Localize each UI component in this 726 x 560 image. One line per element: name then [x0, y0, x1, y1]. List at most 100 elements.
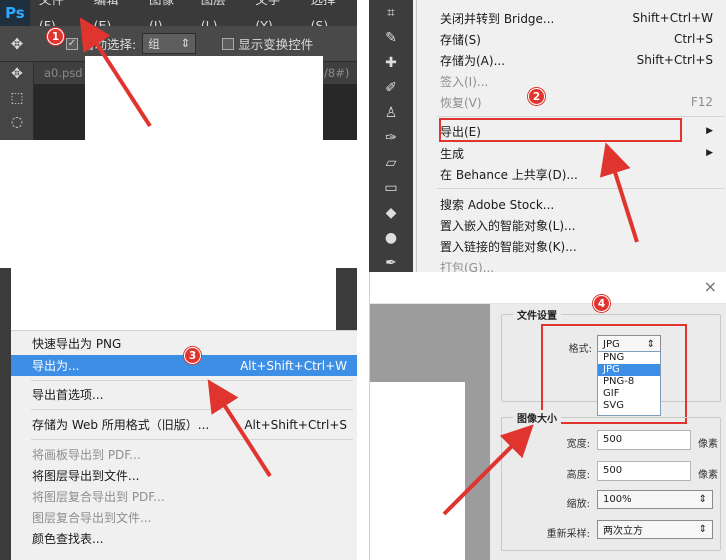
file-settings-legend: 文件设置 — [513, 307, 561, 322]
photoshop-main-window: Ps 文件(F) 编辑(E) 图像(I) 图层(L) 文字(Y) 选择(S) ✥… — [0, 0, 357, 140]
menu-item-label: 将图层导出到文件... — [32, 469, 140, 483]
tools-panel: ✥ ⬚ ◌ — [0, 62, 34, 140]
menu-item-label: 在 Behance 上共享(D)... — [440, 167, 578, 182]
stamp-icon[interactable]: ♙ — [369, 100, 413, 125]
menu-item-layers-to-files[interactable]: 将图层导出到文件... — [11, 465, 357, 486]
menu-item-save[interactable]: 存储(S) Ctrl+S — [417, 29, 726, 49]
stepper-icon: ⇕ — [698, 494, 707, 505]
menu-item-label: 生成 — [440, 146, 465, 161]
height-input[interactable]: 500 — [597, 461, 691, 481]
menu-item-revert: 恢复(V) F12 — [417, 92, 726, 112]
menu-separator — [31, 439, 353, 440]
export-submenu-panel: 快速导出为 PNG 导出为... Alt+Shift+Ctrl+W 导出首选项..… — [0, 268, 357, 560]
dialog-titlebar: × — [370, 272, 726, 304]
gradient-icon[interactable]: ▭ — [369, 175, 413, 200]
step-2-highlight — [439, 118, 682, 142]
resample-select[interactable]: 两次立方 ⇕ — [597, 520, 713, 539]
preview-document — [370, 382, 465, 560]
menu-item-generate[interactable]: 生成 ▶ — [417, 143, 726, 163]
menu-item-label: 搜索 Adobe Stock... — [440, 197, 555, 212]
menu-item-check-in: 签入(I)... — [417, 71, 726, 91]
dodge-icon[interactable]: ● — [369, 225, 413, 250]
menu-separator — [31, 380, 353, 381]
menu-item-package: 打包(G)... — [417, 257, 726, 273]
menu-item-close-and-go-to-bridge[interactable]: 关闭并转到 Bridge... Shift+Ctrl+W — [417, 8, 726, 28]
menu-item-label: 存储为(A)... — [440, 53, 506, 68]
submenu-arrow-icon: ▶ — [706, 126, 713, 136]
menu-item-label: 颜色查找表... — [32, 532, 104, 546]
menu-item-save-for-web-legacy[interactable]: 存储为 Web 所用格式（旧版）... Alt+Shift+Ctrl+S — [11, 414, 357, 435]
menu-item-save-as[interactable]: 存储为(A)... Shift+Ctrl+S — [417, 50, 726, 70]
scale-value: 100% — [603, 494, 632, 505]
menu-item-artboards-to-pdf: 将画板导出到 PDF... — [11, 444, 357, 465]
healing-brush-icon[interactable]: ✚ — [369, 50, 413, 75]
eyedropper-icon[interactable]: ✎ — [369, 25, 413, 50]
resample-value: 两次立方 — [603, 526, 643, 537]
stepper-icon: ⇕ — [180, 36, 191, 50]
scale-label: 缩放: — [566, 499, 590, 510]
step-badge-3: 3 — [184, 347, 201, 364]
menu-item-label: 置入嵌入的智能对象(L)... — [440, 218, 576, 233]
menu-item-place-linked[interactable]: 置入链接的智能对象(K)... — [417, 236, 726, 256]
menu-separator — [437, 188, 725, 189]
export-submenu: 快速导出为 PNG 导出为... Alt+Shift+Ctrl+W 导出首选项..… — [11, 330, 357, 560]
lasso-icon[interactable]: ◌ — [0, 110, 34, 134]
menu-item-color-lookup-tables[interactable]: 颜色查找表... — [11, 528, 357, 549]
move-icon[interactable]: ✥ — [0, 62, 34, 86]
menu-item-label: 恢复(V) — [440, 95, 482, 110]
close-icon[interactable]: × — [704, 277, 717, 296]
marquee-icon[interactable]: ⬚ — [0, 86, 34, 110]
menu-item-label: 导出首选项... — [32, 388, 104, 402]
step-4-highlight — [541, 324, 687, 424]
preview-area — [370, 304, 490, 560]
eraser-icon[interactable]: ▱ — [369, 150, 413, 175]
menu-item-shortcut: F12 — [690, 95, 713, 109]
auto-select-checkbox[interactable]: ✓ — [66, 37, 78, 50]
menu-item-label: 存储(S) — [440, 32, 481, 47]
stepper-icon: ⇕ — [698, 524, 707, 535]
menu-item-shortcut: Alt+Shift+Ctrl+S — [244, 417, 347, 432]
app-frame-edge — [336, 268, 357, 330]
height-label: 高度: — [566, 470, 590, 481]
app-frame-edge — [0, 268, 11, 560]
tools-panel: ⌗ ✎ ✚ ✐ ♙ ✑ ▱ ▭ ◆ ● ✒ — [369, 0, 413, 272]
menu-item-label: 关闭并转到 Bridge... — [440, 11, 555, 26]
menu-item-search-adobe-stock[interactable]: 搜索 Adobe Stock... — [417, 194, 726, 214]
document-canvas — [85, 56, 323, 140]
menu-separator — [437, 116, 725, 117]
brush-icon[interactable]: ✐ — [369, 75, 413, 100]
history-brush-icon[interactable]: ✑ — [369, 125, 413, 150]
menu-item-label: 快速导出为 PNG — [32, 337, 122, 351]
move-tool-icon[interactable]: ✥ — [0, 35, 34, 53]
image-size-legend: 图像大小 — [513, 410, 561, 425]
resample-label: 重新采样: — [546, 529, 590, 540]
pen-icon[interactable]: ✒ — [369, 250, 413, 272]
show-transform-label: 显示变换控件 — [238, 37, 314, 52]
menu-bar: Ps 文件(F) 编辑(E) 图像(I) 图层(L) 文字(Y) 选择(S) — [0, 0, 357, 33]
menu-item-label: 存储为 Web 所用格式（旧版）... — [32, 418, 210, 432]
menu-item-shortcut: Ctrl+S — [673, 32, 713, 46]
menu-item-place-embedded[interactable]: 置入嵌入的智能对象(L)... — [417, 215, 726, 235]
step-badge-4: 4 — [593, 295, 610, 312]
auto-select-value: 组 — [148, 37, 160, 51]
menu-item-label: 将画板导出到 PDF... — [32, 448, 141, 462]
menu-item-shortcut: Shift+Ctrl+S — [636, 53, 713, 67]
width-label: 宽度: — [566, 439, 590, 450]
crop-icon[interactable]: ⌗ — [369, 0, 413, 25]
submenu-arrow-icon: ▶ — [706, 148, 713, 158]
menu-item-label: 图层复合导出到文件... — [32, 511, 152, 525]
scale-select[interactable]: 100% ⇕ — [597, 490, 713, 509]
show-transform-checkbox[interactable] — [222, 37, 235, 50]
panel-gutter — [357, 0, 369, 560]
auto-select-dropdown[interactable]: 组 ⇕ — [142, 33, 197, 54]
menu-item-label: 导出为... — [32, 359, 80, 373]
menu-separator — [31, 409, 353, 410]
menu-item-export-preferences[interactable]: 导出首选项... — [11, 384, 357, 405]
menu-item-share-on-behance[interactable]: 在 Behance 上共享(D)... — [417, 164, 726, 184]
menu-item-label: 签入(I)... — [440, 74, 489, 89]
menu-item-label: 将图层复合导出到 PDF... — [32, 490, 165, 504]
step-badge-1: 1 — [47, 28, 64, 45]
step-badge-2: 2 — [528, 88, 545, 105]
width-input[interactable]: 500 — [597, 430, 691, 450]
blur-icon[interactable]: ◆ — [369, 200, 413, 225]
